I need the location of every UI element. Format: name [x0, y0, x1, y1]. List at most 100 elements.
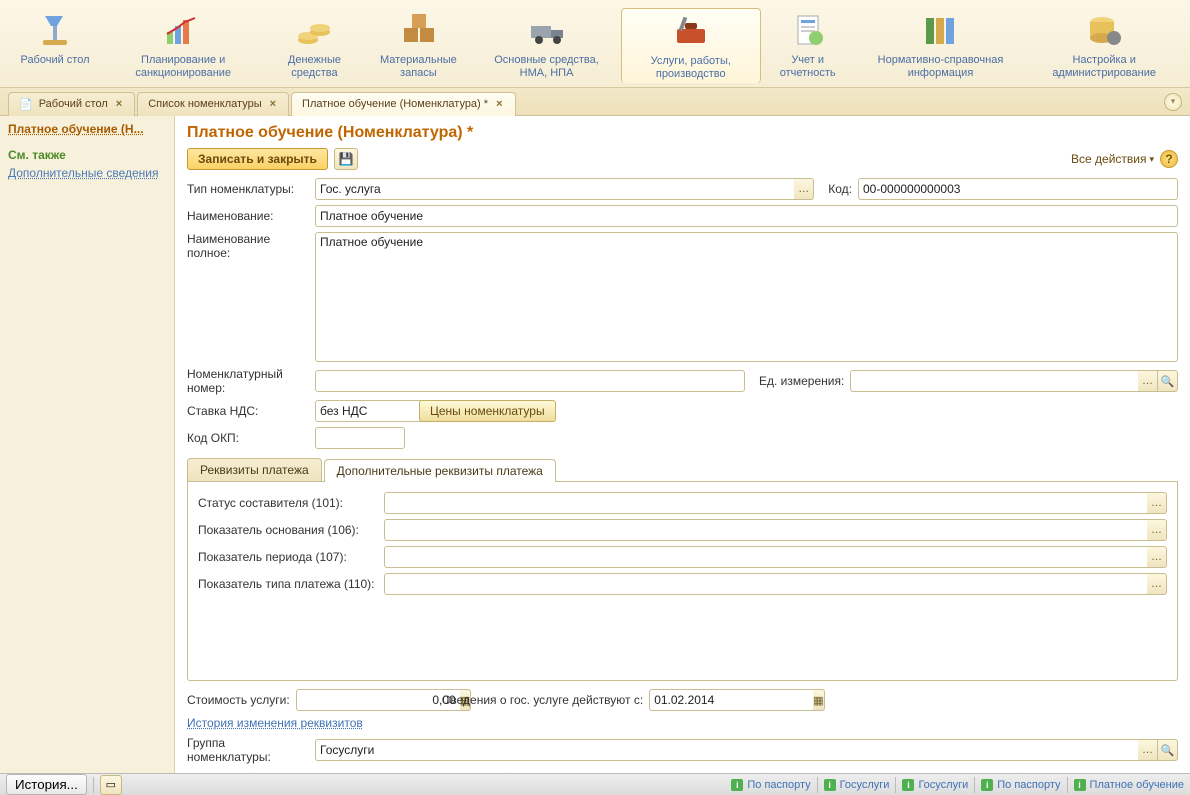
toolbar-planning[interactable]: Планирование и санкционирование [102, 8, 264, 83]
status-bar: История... ▭ iПо паспорту iГосуслуги iГо… [0, 773, 1190, 795]
tab-nomenclature-list[interactable]: Список номенклатуры × [137, 92, 289, 116]
additional-requisites-panel: Статус составителя (101): … Показатель о… [187, 482, 1178, 681]
save-button[interactable]: 💾 [334, 148, 358, 170]
sb-link-4[interactable]: iПлатное обучение [1074, 779, 1184, 791]
coins-icon [290, 10, 338, 50]
toolbar-label: Настройка и администрирование [1034, 54, 1174, 80]
divider [817, 777, 818, 793]
close-icon[interactable]: × [114, 98, 124, 110]
magnifier-icon: 🔍 [1161, 375, 1175, 388]
divider [974, 777, 975, 793]
close-icon[interactable]: × [494, 98, 504, 110]
okp-input[interactable] [315, 427, 405, 449]
unit-select-button[interactable]: … [1138, 370, 1158, 392]
group-input[interactable] [315, 739, 1138, 761]
field-101-select[interactable]: … [1147, 492, 1167, 514]
sb-link-1[interactable]: iГосуслуги [824, 779, 890, 791]
label-name: Наименование: [187, 209, 309, 223]
window-tabs: 📄 Рабочий стол × Список номенклатуры × П… [0, 88, 1190, 116]
type-input[interactable] [315, 178, 794, 200]
tab-label: Список номенклатуры [148, 98, 261, 110]
info-icon: i [824, 779, 836, 791]
label-fullname: Наименование полное: [187, 232, 309, 260]
payment-tabs: Реквизиты платежа Дополнительные реквизи… [187, 458, 1178, 482]
history-link[interactable]: История изменения реквизитов [187, 716, 1178, 730]
sb-link-0[interactable]: iПо паспорту [731, 779, 810, 791]
ellipsis-icon: … [1142, 375, 1153, 387]
toolbar-money[interactable]: Денежные средства [266, 8, 362, 83]
nav-title[interactable]: Платное обучение (Н... [8, 122, 166, 136]
divider [93, 777, 94, 793]
toolbar-materials[interactable]: Материальные запасы [365, 8, 473, 83]
valid-from-input[interactable] [649, 689, 813, 711]
group-select-button[interactable]: … [1138, 739, 1158, 761]
question-icon: ? [1165, 152, 1172, 166]
history-button[interactable]: История... [6, 774, 87, 795]
label-110: Показатель типа платежа (110): [198, 577, 378, 591]
info-icon: i [902, 779, 914, 791]
report-icon [784, 10, 832, 50]
field-110-select[interactable]: … [1147, 573, 1167, 595]
all-actions-button[interactable]: Все действия ▾ [1071, 152, 1154, 166]
nav-link-additional-info[interactable]: Дополнительные сведения [8, 166, 166, 180]
label-106: Показатель основания (106): [198, 523, 378, 537]
help-button[interactable]: ? [1160, 150, 1178, 168]
books-icon [916, 10, 964, 50]
left-navigator: Платное обучение (Н... См. также Дополни… [0, 116, 175, 773]
divider [895, 777, 896, 793]
label-unit: Ед. измерения: [759, 374, 844, 388]
group-open-button[interactable]: 🔍 [1158, 739, 1178, 761]
type-select-button[interactable]: … [794, 178, 814, 200]
tabs-overflow-button[interactable]: ▾ [1164, 93, 1182, 111]
toolbar-label: Денежные средства [272, 54, 356, 80]
name-input[interactable] [315, 205, 1178, 227]
toolbar-admin[interactable]: Настройка и администрирование [1028, 8, 1180, 83]
page-title: Платное обучение (Номенклатура) * [187, 124, 1178, 142]
toolbar-accounting[interactable]: Учет и отчетность [763, 8, 853, 83]
field-107-select[interactable]: … [1147, 546, 1167, 568]
tab-additional-requisites[interactable]: Дополнительные реквизиты платежа [324, 459, 556, 482]
field-107-input[interactable] [384, 546, 1147, 568]
form-area: Платное обучение (Номенклатура) * Записа… [175, 116, 1190, 773]
ellipsis-icon: … [1151, 551, 1162, 563]
toolbar-label: Услуги, работы, производство [628, 55, 754, 81]
sb-link-3[interactable]: iПо паспорту [981, 779, 1060, 791]
toolbar-assets[interactable]: Основные средства, НМА, НПА [474, 8, 619, 83]
label-type: Тип номенклатуры: [187, 182, 309, 196]
windows-button[interactable]: ▭ [100, 775, 122, 795]
prices-button[interactable]: Цены номенклатуры [419, 400, 556, 422]
diskette-icon: 💾 [338, 152, 353, 166]
cost-input[interactable] [296, 689, 460, 711]
unit-open-button[interactable]: 🔍 [1158, 370, 1178, 392]
field-106-input[interactable] [384, 519, 1147, 541]
valid-from-calendar[interactable]: ▦ [813, 689, 824, 711]
divider [1067, 777, 1068, 793]
field-106-select[interactable]: … [1147, 519, 1167, 541]
ellipsis-icon: … [1151, 524, 1162, 536]
label-valid-from: Сведения о гос. услуге действуют с: [442, 693, 644, 707]
ellipsis-icon: … [1151, 578, 1162, 590]
toolbar-services[interactable]: Услуги, работы, производство [621, 8, 761, 83]
toolbar-label: Нормативно-справочная информация [861, 54, 1021, 80]
tab-desktop[interactable]: 📄 Рабочий стол × [8, 92, 135, 116]
tab-label: Платное обучение (Номенклатура) * [302, 98, 488, 110]
toolbar-desktop[interactable]: Рабочий стол [10, 8, 100, 83]
tab-paid-education[interactable]: Платное обучение (Номенклатура) * × [291, 92, 515, 116]
label-code: Код: [828, 182, 852, 196]
sb-link-2[interactable]: iГосуслуги [902, 779, 968, 791]
unit-input[interactable] [850, 370, 1138, 392]
chevron-down-icon: ▾ [1149, 154, 1154, 165]
database-gear-icon [1080, 10, 1128, 50]
main-toolbar: Рабочий стол Планирование и санкциониров… [0, 0, 1190, 88]
close-icon[interactable]: × [268, 98, 278, 110]
code-input[interactable] [858, 178, 1178, 200]
toolbar-reference[interactable]: Нормативно-справочная информация [855, 8, 1027, 83]
save-and-close-button[interactable]: Записать и закрыть [187, 148, 328, 170]
tab-payment-requisites[interactable]: Реквизиты платежа [187, 458, 322, 481]
field-110-input[interactable] [384, 573, 1147, 595]
toolbar-label: Учет и отчетность [769, 54, 847, 80]
field-101-input[interactable] [384, 492, 1147, 514]
fullname-input[interactable]: Платное обучение [315, 232, 1178, 362]
nomnumber-input[interactable] [315, 370, 745, 392]
ellipsis-icon: … [1151, 497, 1162, 509]
